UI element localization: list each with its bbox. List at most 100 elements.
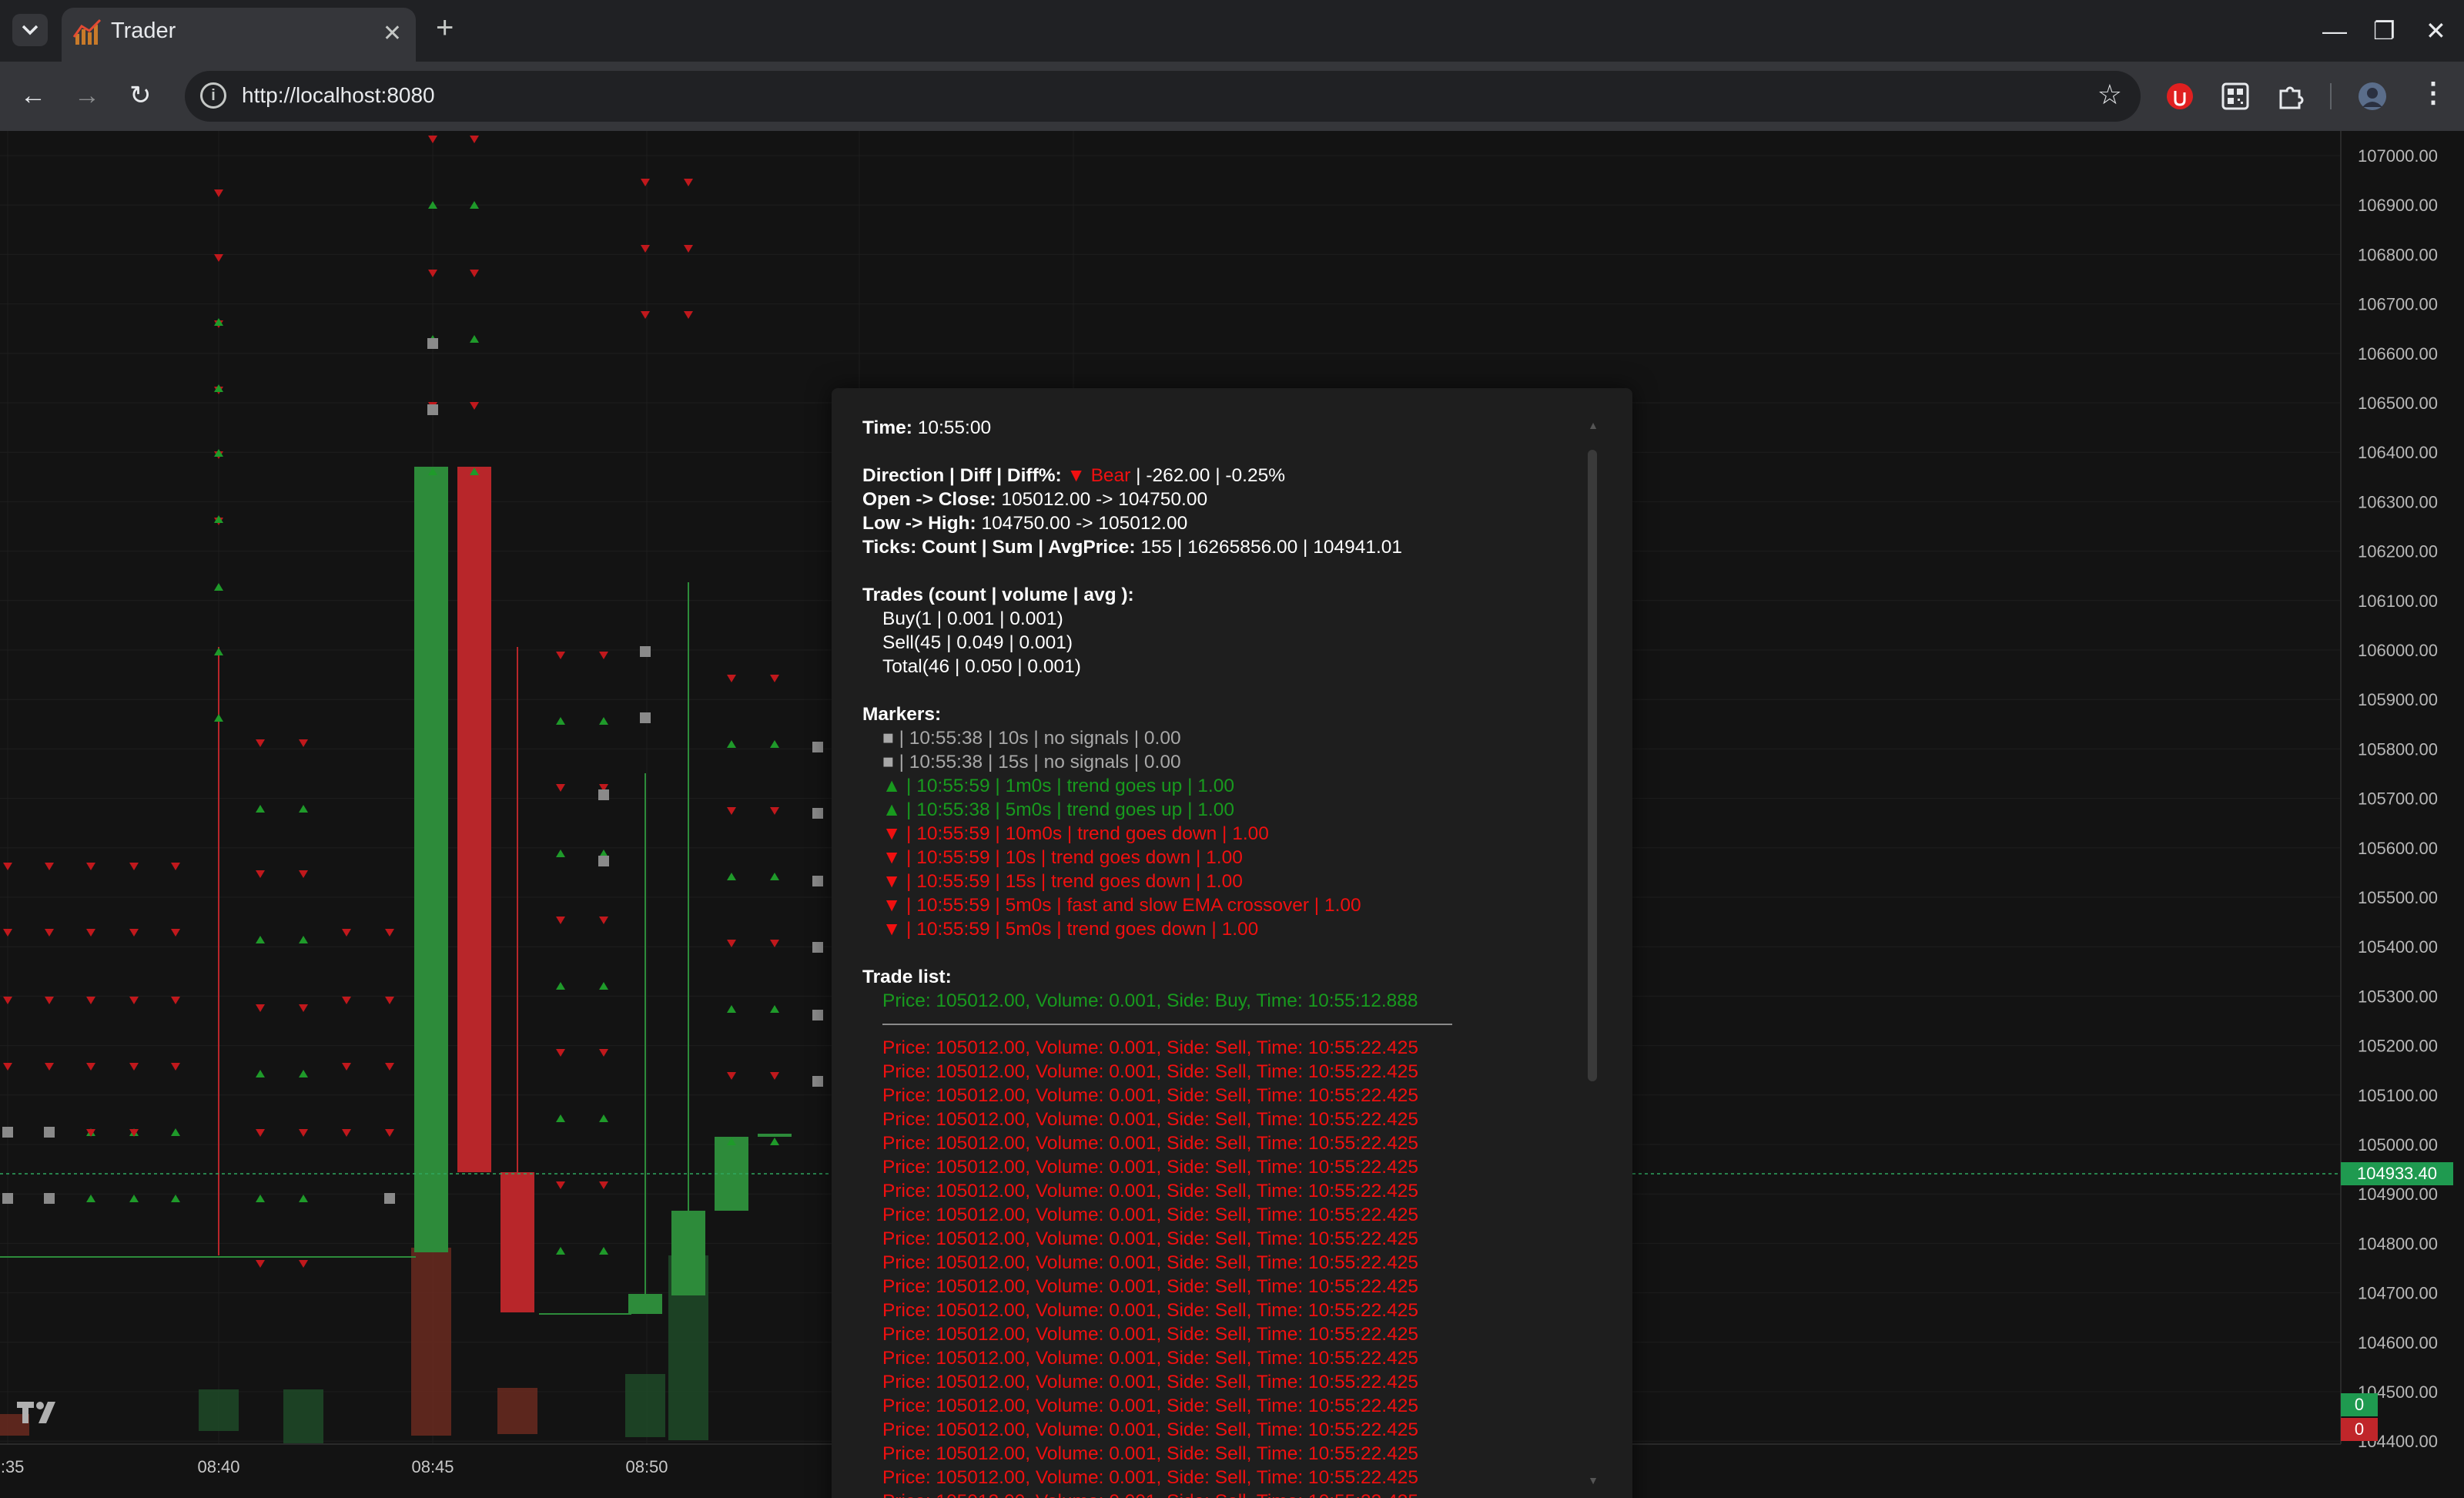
direction-values: | -262.00 | -0.25% xyxy=(1136,465,1286,486)
reload-button[interactable]: ↻ xyxy=(129,79,152,112)
sell-signal-marker xyxy=(599,652,608,659)
buy-signal-marker xyxy=(556,1247,565,1255)
sell-signal-marker xyxy=(599,1049,608,1057)
time-label: Time: xyxy=(862,417,912,438)
scroll-down-arrow[interactable]: ▼ xyxy=(1588,1474,1599,1486)
url-text[interactable]: http://localhost:8080 xyxy=(242,83,435,108)
trade-list-sell-item: Price: 105012.00, Volume: 0.001, Side: S… xyxy=(882,1061,1418,1082)
sell-signal-marker xyxy=(470,402,479,410)
sell-signal-marker xyxy=(470,270,479,277)
extension-shield-icon[interactable] xyxy=(2165,82,2194,111)
low-high-row: Low -> High: 104750.00 -> 105012.00 xyxy=(862,511,1594,535)
trades-buy: Buy(1 | 0.001 | 0.001) xyxy=(882,608,1063,629)
price-tick-label: 105000.00 xyxy=(2358,1135,2438,1154)
tab-search-button[interactable] xyxy=(12,14,48,46)
open-close-row: Open -> Close: 105012.00 -> 104750.00 xyxy=(862,488,1594,511)
sell-signal-marker xyxy=(684,245,693,253)
volume-bar xyxy=(497,1388,537,1434)
minimize-button[interactable]: — xyxy=(2322,15,2347,46)
bear-arrow-icon: ▼ xyxy=(1066,465,1086,486)
time-row: Time: 10:55:00 xyxy=(862,416,1594,440)
candle xyxy=(758,1134,792,1137)
sell-signal-marker xyxy=(171,929,180,937)
menu-kebab-icon[interactable]: ⋮ xyxy=(2419,75,2447,109)
trade-list-sell-item: Price: 105012.00, Volume: 0.001, Side: S… xyxy=(882,1252,1418,1273)
sell-signal-marker xyxy=(256,1129,265,1137)
buy-signal-marker xyxy=(299,1195,308,1202)
forward-button[interactable]: → xyxy=(74,79,100,112)
buy-signal-marker xyxy=(214,648,223,655)
price-tick-label: 106700.00 xyxy=(2358,295,2438,314)
buy-signal-marker xyxy=(599,717,608,725)
profile-avatar[interactable] xyxy=(2358,82,2387,111)
current-price-tag: 104933.40 xyxy=(2341,1162,2453,1185)
buy-signal-marker xyxy=(599,982,608,990)
candle xyxy=(715,1137,748,1211)
buy-signal-marker xyxy=(470,335,479,343)
trade-list-sell-item: Price: 105012.00, Volume: 0.001, Side: S… xyxy=(882,1157,1418,1178)
trades-sell: Sell(45 | 0.049 | 0.001) xyxy=(882,632,1073,653)
chart-favicon-icon xyxy=(72,18,102,45)
candle-details-tooltip[interactable]: Time: 10:55:00 Direction | Diff | Diff%:… xyxy=(832,388,1632,1498)
sell-signal-marker xyxy=(342,997,351,1004)
sell-signal-marker xyxy=(727,940,736,947)
price-tick-label: 106600.00 xyxy=(2358,344,2438,364)
tradingview-logo[interactable]: TV xyxy=(17,1401,55,1423)
buy-signal-marker xyxy=(299,936,308,943)
scroll-up-arrow[interactable]: ▲ xyxy=(1588,419,1599,431)
sell-signal-marker xyxy=(299,1004,308,1012)
address-bar[interactable]: i http://localhost:8080 ☆ xyxy=(185,71,2141,122)
sell-signal-marker xyxy=(129,997,139,1004)
sell-signal-marker xyxy=(556,652,565,659)
low-high-label: Low -> High: xyxy=(862,513,976,534)
sell-signal-marker xyxy=(3,997,12,1004)
neutral-signal-marker xyxy=(44,1193,55,1204)
site-info-icon[interactable]: i xyxy=(200,82,226,109)
sell-signal-marker xyxy=(770,675,779,682)
sell-signal-marker xyxy=(599,917,608,924)
back-button[interactable]: ← xyxy=(20,79,46,112)
buy-signal-marker xyxy=(727,873,736,880)
qr-code-icon[interactable] xyxy=(2221,82,2250,111)
sell-signal-marker xyxy=(470,136,479,143)
buy-signal-marker xyxy=(214,583,223,591)
neutral-signal-marker xyxy=(812,742,823,752)
time-value: 10:55:00 xyxy=(917,417,992,438)
new-tab-button[interactable]: + xyxy=(436,12,454,43)
buy-signal-marker xyxy=(299,1070,308,1077)
sell-signal-marker xyxy=(385,929,394,937)
sell-signal-marker xyxy=(342,929,351,937)
price-tick-label: 106400.00 xyxy=(2358,443,2438,462)
low-high-value: 104750.00 -> 105012.00 xyxy=(981,513,1188,534)
extensions-puzzle-icon[interactable] xyxy=(2276,82,2305,111)
tab-close-icon[interactable]: ✕ xyxy=(383,20,402,47)
sell-signal-marker xyxy=(45,1063,54,1071)
sell-signal-marker xyxy=(256,870,265,878)
buy-signal-marker xyxy=(86,1195,95,1202)
buy-signal-marker xyxy=(599,1114,608,1122)
bookmark-star-icon[interactable]: ☆ xyxy=(2097,79,2122,111)
sell-signal-marker xyxy=(171,997,180,1004)
tab-bar: Trader ✕ + — ❐ ✕ xyxy=(0,0,2464,62)
close-window-button[interactable]: ✕ xyxy=(2426,15,2446,46)
tooltip-scrollbar-thumb[interactable] xyxy=(1588,450,1597,1081)
marker-item: ▲ | 10:55:59 | 1m0s | trend goes up | 1.… xyxy=(882,776,1234,796)
buy-signal-marker xyxy=(770,1005,779,1013)
restore-button[interactable]: ❐ xyxy=(2373,15,2395,46)
neutral-signal-marker xyxy=(812,942,823,953)
sell-signal-marker xyxy=(385,997,394,1004)
trade-list-label: Trade list: xyxy=(862,967,952,987)
markers-label: Markers: xyxy=(862,704,942,725)
neutral-signal-marker xyxy=(598,856,609,866)
buy-signal-marker xyxy=(256,936,265,943)
trading-chart[interactable]: 107000.00 106900.00 106800.00 106700.00 1066… xyxy=(0,131,2464,1498)
sell-signal-marker xyxy=(86,929,95,937)
buy-signal-marker xyxy=(727,740,736,748)
buy-signal-marker xyxy=(299,805,308,813)
price-tick-label: 106300.00 xyxy=(2358,492,2438,511)
browser-tab[interactable]: Trader ✕ xyxy=(62,8,416,62)
buy-volume-badge: 0 xyxy=(2355,1395,2364,1414)
sell-signal-marker xyxy=(727,675,736,682)
time-tick-label: 08:45 xyxy=(411,1457,454,1476)
sell-signal-marker xyxy=(556,1049,565,1057)
